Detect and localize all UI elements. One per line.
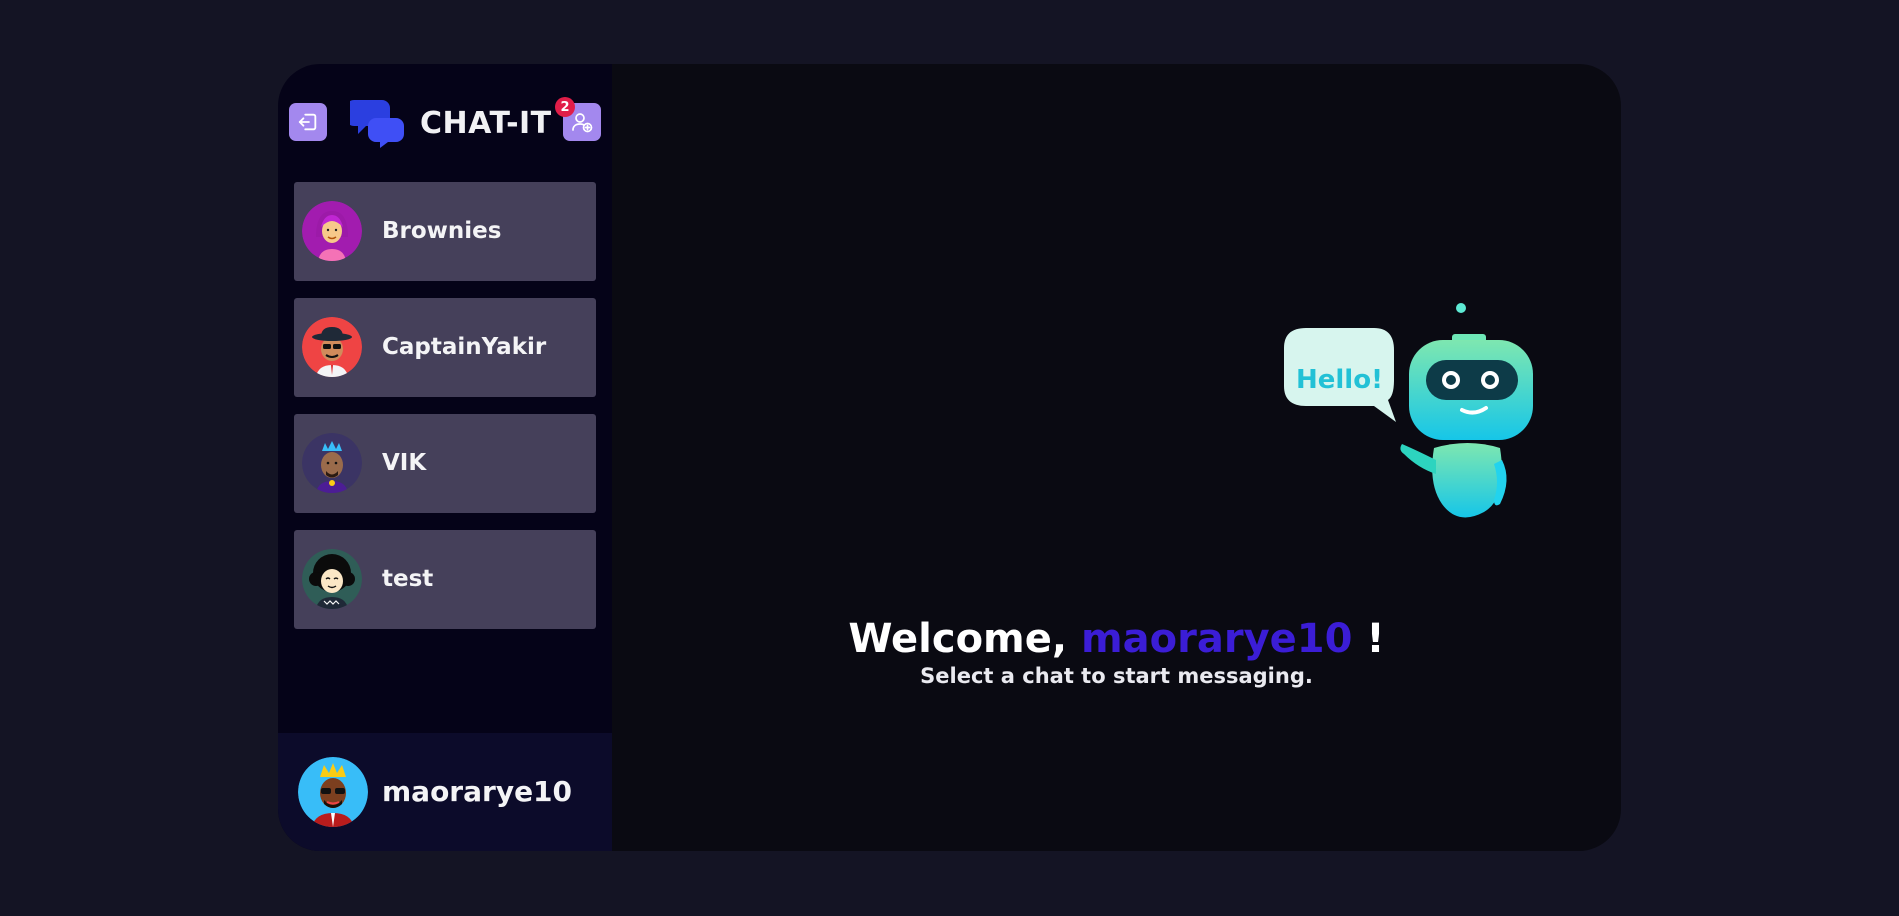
avatar: [302, 317, 362, 377]
logout-icon: [298, 113, 317, 131]
welcome-suffix: !: [1366, 616, 1385, 662]
woman-avatar-icon: [302, 201, 362, 261]
robot-illustration: Hello!: [1284, 303, 1533, 518]
man-sunglasses-hat-avatar-icon: [302, 317, 362, 377]
current-user-bar[interactable]: maorarye10: [278, 733, 612, 851]
notification-badge: 2: [555, 97, 575, 117]
welcome-heading: Welcome, maorarye10 !: [612, 614, 1621, 664]
man-blue-hair-avatar-icon: [302, 433, 362, 493]
king-avatar-icon: [298, 757, 368, 827]
chat-item-test[interactable]: test: [294, 530, 596, 629]
curly-hair-avatar-icon: [302, 549, 362, 609]
welcome-prefix: Welcome,: [848, 616, 1068, 662]
avatar: [302, 549, 362, 609]
logout-button[interactable]: [289, 103, 327, 141]
current-user-name: maorarye10: [382, 775, 573, 808]
app-window: CHAT-IT 2 Brownies CaptainYakir VIK test…: [278, 64, 1621, 851]
chat-item-name: Brownies: [382, 218, 502, 244]
chat-item-brownies[interactable]: Brownies: [294, 182, 596, 281]
chat-item-name: CaptainYakir: [382, 334, 547, 360]
avatar: [302, 201, 362, 261]
welcome-section: Welcome, maorarye10 ! Select a chat to s…: [612, 614, 1621, 688]
hello-bubble-text: Hello!: [1296, 365, 1383, 395]
welcome-subtitle: Select a chat to start messaging.: [920, 664, 1313, 688]
user-plus-icon: [572, 113, 593, 133]
avatar: [302, 433, 362, 493]
chat-item-name: VIK: [382, 450, 427, 476]
app-title: CHAT-IT: [420, 106, 552, 141]
sidebar: CHAT-IT 2 Brownies CaptainYakir VIK test…: [278, 64, 612, 851]
chat-item-vik[interactable]: VIK: [294, 414, 596, 513]
chat-item-captainyakir[interactable]: CaptainYakir: [294, 298, 596, 397]
main-panel: Hello! Welcome, maorarye10 ! Select a ch: [612, 64, 1621, 851]
chat-item-name: test: [382, 566, 434, 592]
welcome-username: maorarye10: [1081, 616, 1353, 662]
avatar: [298, 757, 368, 827]
chat-logo-icon: [350, 100, 404, 148]
